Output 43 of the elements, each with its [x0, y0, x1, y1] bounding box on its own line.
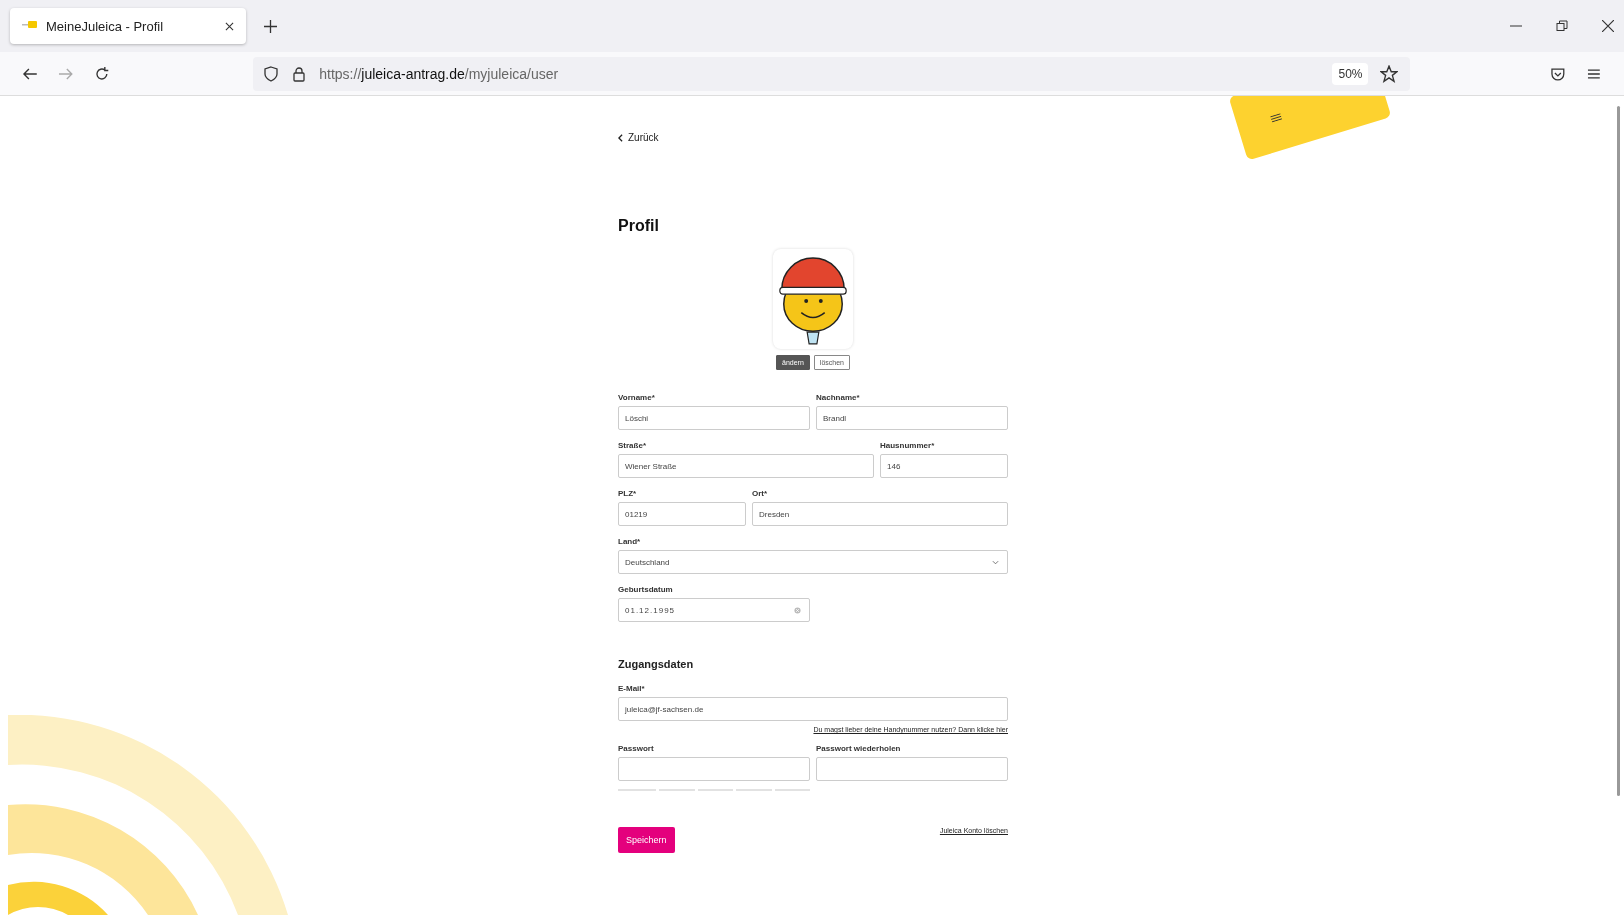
chevron-down-icon: [992, 558, 999, 566]
field-label: Hausnummer*: [880, 441, 936, 450]
password-field[interactable]: [816, 757, 1008, 781]
field-label: Geburtsdatum: [618, 585, 674, 594]
password-field[interactable]: [618, 757, 810, 781]
address-bar[interactable]: https://juleica-antrag.de/myjuleica/user 50%: [253, 56, 1411, 91]
restore-icon[interactable]: [1556, 20, 1568, 32]
field-label: Passwort: [618, 744, 655, 753]
page-title: Profil: [618, 217, 660, 235]
field-label: Passwort wiederholen: [816, 744, 902, 753]
input-field[interactable]: Brandl: [816, 406, 1008, 430]
input-field[interactable]: Wiener Straße: [618, 454, 874, 478]
field-label: Vorname*: [618, 393, 656, 402]
field-label: Nachname*: [816, 393, 861, 402]
email-field[interactable]: juleica@jf-sachsen.de: [618, 697, 1008, 721]
menu-icon[interactable]: [1269, 112, 1283, 123]
field-label: Land*: [618, 537, 642, 546]
back-link[interactable]: Zurück: [618, 132, 659, 143]
input-field[interactable]: 01219: [618, 502, 746, 526]
pocket-icon[interactable]: [1550, 65, 1567, 82]
input-field[interactable]: 146: [880, 454, 1008, 478]
tab-title: MeineJuleica - Profil: [46, 18, 165, 34]
zoom-level[interactable]: 50%: [1332, 62, 1369, 85]
select-field[interactable]: Deutschland: [618, 550, 1008, 574]
field-label: Straße*: [618, 441, 647, 450]
star-icon[interactable]: [1380, 64, 1399, 83]
section-heading: Zugangsdaten: [618, 658, 695, 670]
date-field[interactable]: 01.12.1995: [618, 598, 810, 622]
field-label: Ort*: [752, 489, 769, 498]
input-field[interactable]: Löschi: [618, 406, 810, 430]
close-icon[interactable]: [1602, 20, 1614, 32]
close-icon[interactable]: [225, 21, 234, 31]
new-tab-icon[interactable]: [264, 19, 277, 33]
input-field[interactable]: Dresden: [752, 502, 1008, 526]
browser-tab[interactable]: MeineJuleica - Profil: [10, 8, 246, 44]
field-label: PLZ*: [618, 489, 638, 498]
shield-icon: [263, 65, 280, 82]
url-text: https://juleica-antrag.de/myjuleica/user: [319, 65, 559, 82]
chevron-left-icon: [618, 133, 623, 142]
field-label: E-Mail*: [618, 684, 646, 693]
save-button[interactable]: Speichern: [618, 827, 675, 853]
lock-icon: [291, 65, 308, 82]
reload-icon[interactable]: [93, 65, 110, 82]
